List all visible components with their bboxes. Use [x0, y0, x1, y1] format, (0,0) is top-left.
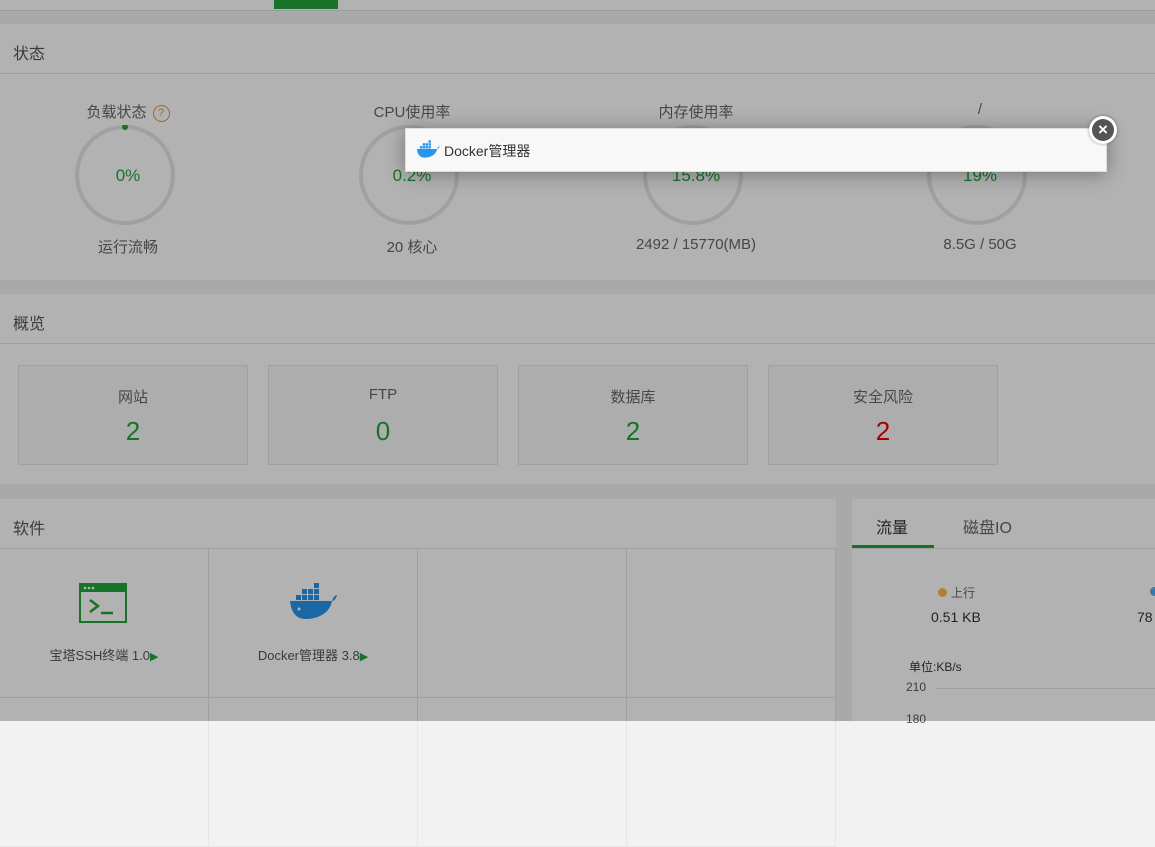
close-dialog-button[interactable]: ×: [1089, 116, 1117, 144]
close-icon[interactable]: ×: [1092, 119, 1114, 141]
docker-icon: [416, 140, 440, 158]
dialog-title: Docker管理器: [444, 143, 531, 159]
modal-backdrop[interactable]: [0, 0, 1155, 721]
docker-manager-dialog: Docker管理器: [405, 128, 1107, 172]
